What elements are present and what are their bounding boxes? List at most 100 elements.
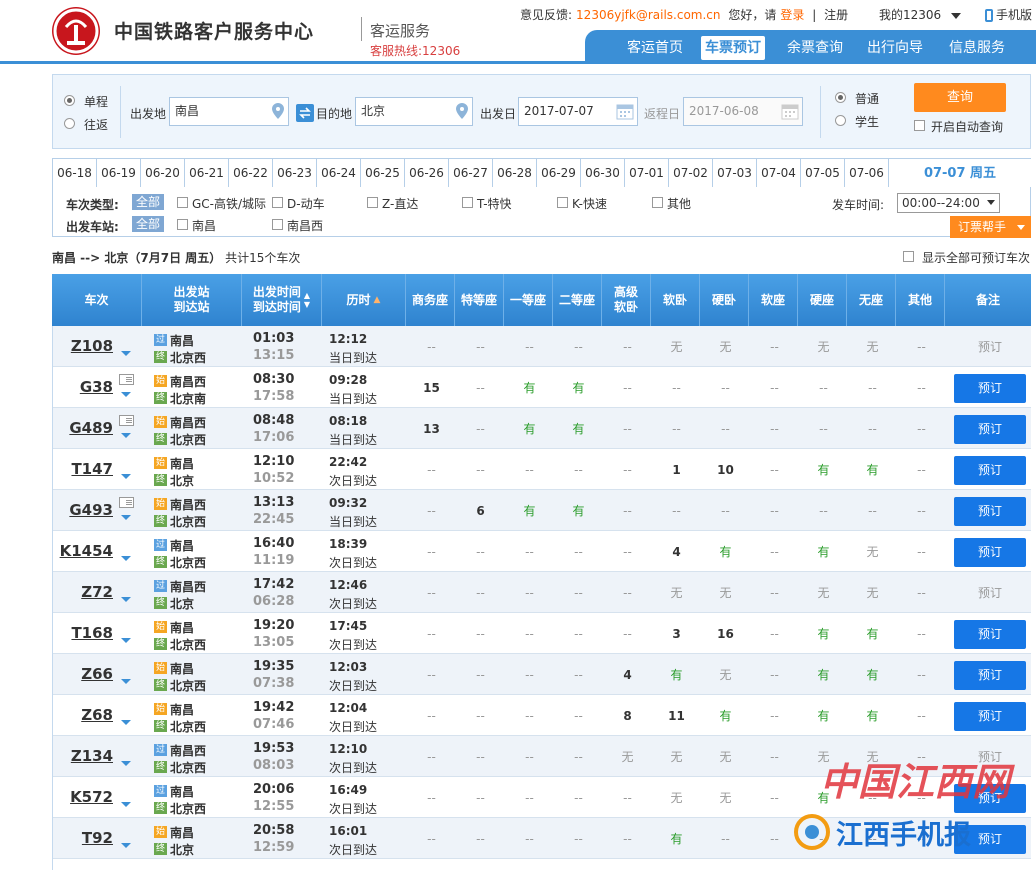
date-tab[interactable]: 06-27	[449, 159, 493, 188]
train-type-all[interactable]: 全部	[132, 194, 165, 210]
chevron-down-icon[interactable]	[121, 351, 131, 356]
sort-up-icon[interactable]: ▲	[374, 293, 381, 308]
column-header[interactable]: 出发时间 到达时间 ▲ ▼	[242, 274, 322, 326]
date-tab[interactable]: 07-06	[845, 159, 889, 188]
from-station[interactable]: 南昌	[170, 332, 194, 349]
to-station[interactable]: 北京西	[170, 554, 206, 571]
to-station[interactable]: 北京南	[170, 390, 206, 407]
chevron-down-icon[interactable]	[121, 515, 131, 520]
to-station[interactable]: 北京西	[170, 800, 206, 817]
single-trip-radio[interactable]	[64, 95, 75, 106]
train-type-checkbox[interactable]	[557, 197, 568, 208]
feedback-email-link[interactable]: 12306yjfk@rails.com.cn	[576, 8, 720, 22]
chevron-down-icon[interactable]	[121, 679, 131, 684]
date-tab[interactable]: 06-29	[537, 159, 581, 188]
book-button[interactable]: 预订	[954, 661, 1026, 690]
date-tab[interactable]: 07-01	[625, 159, 669, 188]
return-date-input[interactable]: 2017-06-08	[683, 97, 803, 126]
from-station[interactable]: 南昌	[170, 455, 194, 472]
railway-logo-icon[interactable]	[52, 7, 100, 55]
book-button[interactable]: 预订	[954, 538, 1026, 567]
date-tab[interactable]: 06-19	[97, 159, 141, 188]
date-tab[interactable]: 06-25	[361, 159, 405, 188]
round-trip-radio[interactable]	[64, 118, 75, 129]
nav-item[interactable]: 车票预订	[701, 36, 765, 60]
date-tab[interactable]: 07-03	[713, 159, 757, 188]
train-type-checkbox[interactable]	[652, 197, 663, 208]
chevron-down-icon[interactable]	[121, 761, 131, 766]
date-tab[interactable]: 06-18	[53, 159, 97, 188]
date-tab[interactable]: 06-24	[317, 159, 361, 188]
nav-item[interactable]: 信息服务	[943, 36, 1011, 60]
column-header[interactable]: 历时 ▲	[322, 274, 406, 326]
auto-query-checkbox[interactable]	[914, 120, 925, 131]
column-header[interactable]: 车次	[52, 274, 142, 326]
chevron-down-icon[interactable]	[121, 556, 131, 561]
book-button[interactable]: 预订	[954, 702, 1026, 731]
date-tab[interactable]: 06-20	[141, 159, 185, 188]
chevron-down-icon[interactable]	[121, 720, 131, 725]
to-station[interactable]: 北京	[170, 841, 194, 858]
book-button[interactable]: 预订	[954, 374, 1026, 403]
chevron-down-icon[interactable]	[121, 843, 131, 848]
train-type-checkbox[interactable]	[462, 197, 473, 208]
from-station[interactable]: 南昌西	[170, 414, 206, 431]
train-number-link[interactable]: K572	[53, 788, 113, 806]
mobile-link[interactable]: 手机版	[985, 6, 1032, 23]
date-tab-active[interactable]: 07-07 周五	[889, 159, 1031, 188]
depart-station-all[interactable]: 全部	[132, 216, 165, 232]
student-ticket-radio[interactable]	[835, 115, 846, 126]
to-station[interactable]: 北京	[170, 472, 194, 489]
from-station[interactable]: 南昌	[170, 537, 194, 554]
from-station[interactable]: 南昌	[170, 701, 194, 718]
date-tab[interactable]: 07-05	[801, 159, 845, 188]
depart-date-input[interactable]: 2017-07-07	[518, 97, 638, 126]
chevron-down-icon[interactable]	[121, 433, 131, 438]
from-station[interactable]: 南昌西	[170, 578, 206, 595]
booking-helper-button[interactable]: 订票帮手	[950, 216, 1031, 238]
station-checkbox[interactable]	[272, 219, 283, 230]
book-button[interactable]: 预订	[954, 456, 1026, 485]
train-number-link[interactable]: Z68	[53, 706, 113, 724]
train-type-checkbox[interactable]	[272, 197, 283, 208]
swap-stations-icon[interactable]	[296, 104, 314, 122]
register-link[interactable]: 注册	[824, 8, 848, 22]
book-button[interactable]: 预订	[954, 497, 1026, 526]
to-station[interactable]: 北京西	[170, 677, 206, 694]
sort-icon[interactable]: ▲ ▼	[304, 291, 310, 309]
train-type-checkbox[interactable]	[367, 197, 378, 208]
train-number-link[interactable]: G38	[53, 378, 113, 396]
date-tab[interactable]: 06-28	[493, 159, 537, 188]
to-station[interactable]: 北京西	[170, 349, 206, 366]
chevron-down-icon[interactable]	[121, 638, 131, 643]
train-number-link[interactable]: T92	[53, 829, 113, 847]
normal-ticket-radio[interactable]	[835, 92, 846, 103]
show-all-checkbox[interactable]	[903, 251, 914, 262]
to-station[interactable]: 北京西	[170, 513, 206, 530]
login-link[interactable]: 登录	[780, 8, 804, 22]
from-station[interactable]: 南昌西	[170, 496, 206, 513]
station-checkbox[interactable]	[177, 219, 188, 230]
book-button[interactable]: 预订	[954, 415, 1026, 444]
to-station[interactable]: 北京西	[170, 636, 206, 653]
from-station[interactable]: 南昌	[170, 660, 194, 677]
from-station[interactable]: 南昌	[170, 619, 194, 636]
train-number-link[interactable]: Z72	[53, 583, 113, 601]
date-tab[interactable]: 06-21	[185, 159, 229, 188]
from-station[interactable]: 南昌	[170, 824, 194, 841]
train-number-link[interactable]: T147	[53, 460, 113, 478]
train-type-checkbox[interactable]	[177, 197, 188, 208]
from-station[interactable]: 南昌	[170, 783, 194, 800]
nav-item[interactable]: 出行向导	[861, 36, 929, 60]
to-station[interactable]: 北京西	[170, 431, 206, 448]
column-header[interactable]: 出发站 到达站	[142, 274, 242, 326]
chevron-down-icon[interactable]	[121, 392, 131, 397]
search-button[interactable]: 查询	[914, 83, 1006, 112]
book-button[interactable]: 预订	[954, 620, 1026, 649]
chevron-down-icon[interactable]	[121, 597, 131, 602]
chevron-down-icon[interactable]	[121, 474, 131, 479]
to-station[interactable]: 北京西	[170, 718, 206, 735]
my12306-menu[interactable]: 我的12306	[879, 6, 962, 23]
date-tab[interactable]: 06-26	[405, 159, 449, 188]
train-number-link[interactable]: K1454	[53, 542, 113, 560]
